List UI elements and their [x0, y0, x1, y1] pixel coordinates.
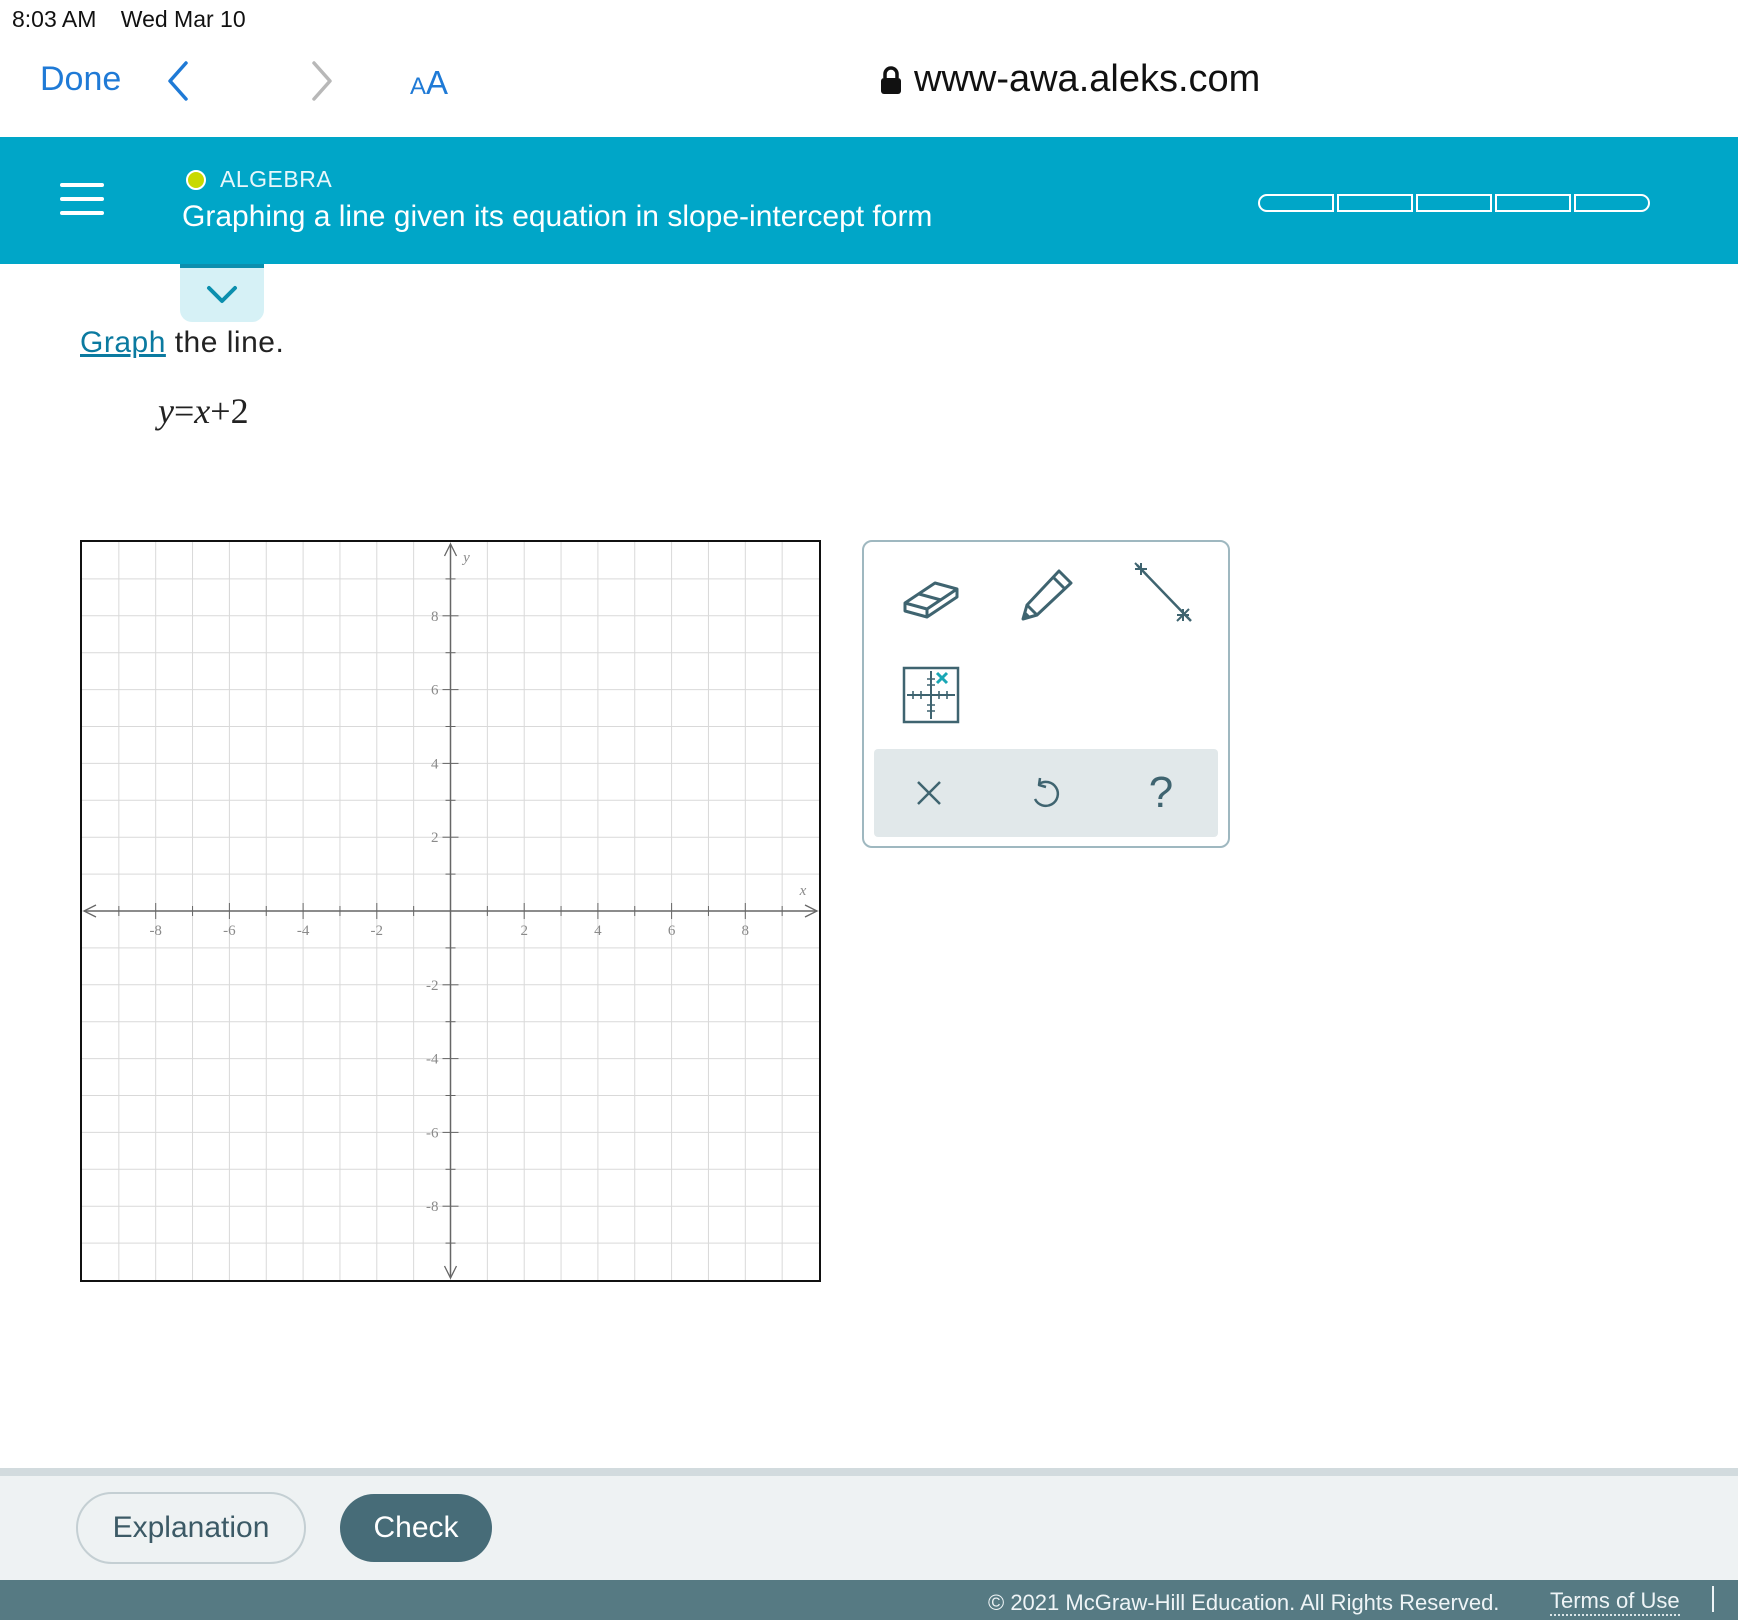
- help-button[interactable]: ?: [1126, 758, 1196, 828]
- point-tool[interactable]: [896, 660, 966, 730]
- footer-separator: [1712, 1586, 1714, 1612]
- prompt-text: the line.: [165, 326, 285, 359]
- subject-text: ALGEBRA: [220, 166, 333, 192]
- graph-link[interactable]: Graph: [80, 326, 166, 359]
- copyright-text: © 2021 McGraw-Hill Education. All Rights…: [988, 1590, 1500, 1615]
- x-tick-label: 4: [594, 923, 602, 939]
- help-icon: ?: [1148, 768, 1174, 817]
- text-size-small-a: A: [410, 73, 427, 100]
- topic-title: Graphing a line given its equation in sl…: [182, 200, 933, 233]
- chevron-down-icon: [207, 286, 237, 303]
- y-tick-label: 2: [431, 830, 439, 846]
- explanation-button[interactable]: Explanation: [76, 1492, 306, 1564]
- eraser-icon: [903, 581, 959, 619]
- chevron-right-icon: [312, 61, 332, 101]
- status-dot-icon: [186, 169, 206, 190]
- line-tool[interactable]: [1128, 558, 1198, 628]
- progress-segment: [1258, 194, 1334, 212]
- x-tick-label: -2: [371, 923, 384, 939]
- y-tick-label: 4: [431, 756, 439, 772]
- eq-x: x: [194, 391, 211, 431]
- lock-icon: [881, 65, 901, 94]
- eq-y: y: [158, 391, 174, 431]
- undo-icon: [1033, 777, 1060, 808]
- x-tick-label: 6: [668, 923, 676, 939]
- y-tick-label: -2: [426, 978, 439, 994]
- pencil-icon: [1021, 569, 1073, 621]
- graph-tools-panel: ?: [862, 540, 1230, 848]
- status-time: 8:03 AM: [12, 6, 97, 32]
- done-button[interactable]: Done: [40, 60, 121, 99]
- x-tick-label: -8: [149, 923, 162, 939]
- progress-segment: [1495, 194, 1571, 212]
- menu-icon[interactable]: [60, 183, 104, 219]
- progress-segment: [1574, 194, 1650, 212]
- progress-segment: [1416, 194, 1492, 212]
- clear-icon: [917, 781, 941, 805]
- point-grid-icon: [902, 666, 960, 724]
- collapse-header-button[interactable]: [180, 264, 264, 322]
- back-button[interactable]: [166, 60, 190, 107]
- chevron-left-icon: [168, 61, 188, 101]
- y-tick-label: -8: [426, 1199, 439, 1215]
- status-bar: 8:03 AM Wed Mar 10: [12, 6, 264, 33]
- address-bar[interactable]: www-awa.aleks.com: [880, 58, 1260, 101]
- url-text: www-awa.aleks.com: [914, 58, 1261, 100]
- graph-canvas[interactable]: -8 -6 -4 -2 2 4 6 8 8 6 4 2 -2 -4 -6 -8 x y: [80, 540, 821, 1282]
- status-date: Wed Mar 10: [120, 6, 246, 32]
- y-tick-label: -6: [426, 1125, 439, 1141]
- eq-const: 2: [230, 391, 249, 431]
- coordinate-plane[interactable]: -8 -6 -4 -2 2 4 6 8 8 6 4 2 -2 -4 -6 -8 x y: [82, 542, 819, 1280]
- forward-button[interactable]: [310, 60, 334, 107]
- line-segment-icon: [1134, 562, 1192, 622]
- problem-prompt: Graph the line.: [80, 326, 284, 360]
- x-tick-label: -6: [223, 923, 236, 939]
- eq-plus: +: [210, 391, 231, 431]
- y-axis-label: y: [461, 550, 470, 566]
- y-tick-label: -4: [426, 1052, 439, 1068]
- clear-button[interactable]: [894, 758, 964, 828]
- eraser-tool[interactable]: [896, 558, 966, 628]
- text-size-button[interactable]: AA: [410, 64, 448, 102]
- check-button[interactable]: Check: [340, 1494, 492, 1562]
- y-tick-label: 8: [431, 609, 439, 625]
- pencil-tool[interactable]: [1012, 558, 1082, 628]
- progress-bar: [1258, 194, 1650, 212]
- x-tick-label: 8: [742, 923, 750, 939]
- text-size-big-a: A: [426, 64, 449, 101]
- subject-label: ALGEBRA: [186, 166, 332, 193]
- x-tick-label: -4: [297, 923, 310, 939]
- x-axis-label: x: [799, 883, 807, 899]
- terms-of-use-link[interactable]: Terms of Use: [1550, 1588, 1680, 1616]
- progress-segment: [1337, 194, 1413, 212]
- eq-equals: =: [173, 391, 195, 431]
- x-tick-label: 2: [520, 923, 528, 939]
- y-tick-label: 6: [431, 683, 439, 699]
- undo-button[interactable]: [1010, 758, 1080, 828]
- tool-actions-bar: ?: [874, 749, 1218, 837]
- equation: y=x+2: [158, 390, 249, 432]
- footer-divider: [0, 1468, 1738, 1476]
